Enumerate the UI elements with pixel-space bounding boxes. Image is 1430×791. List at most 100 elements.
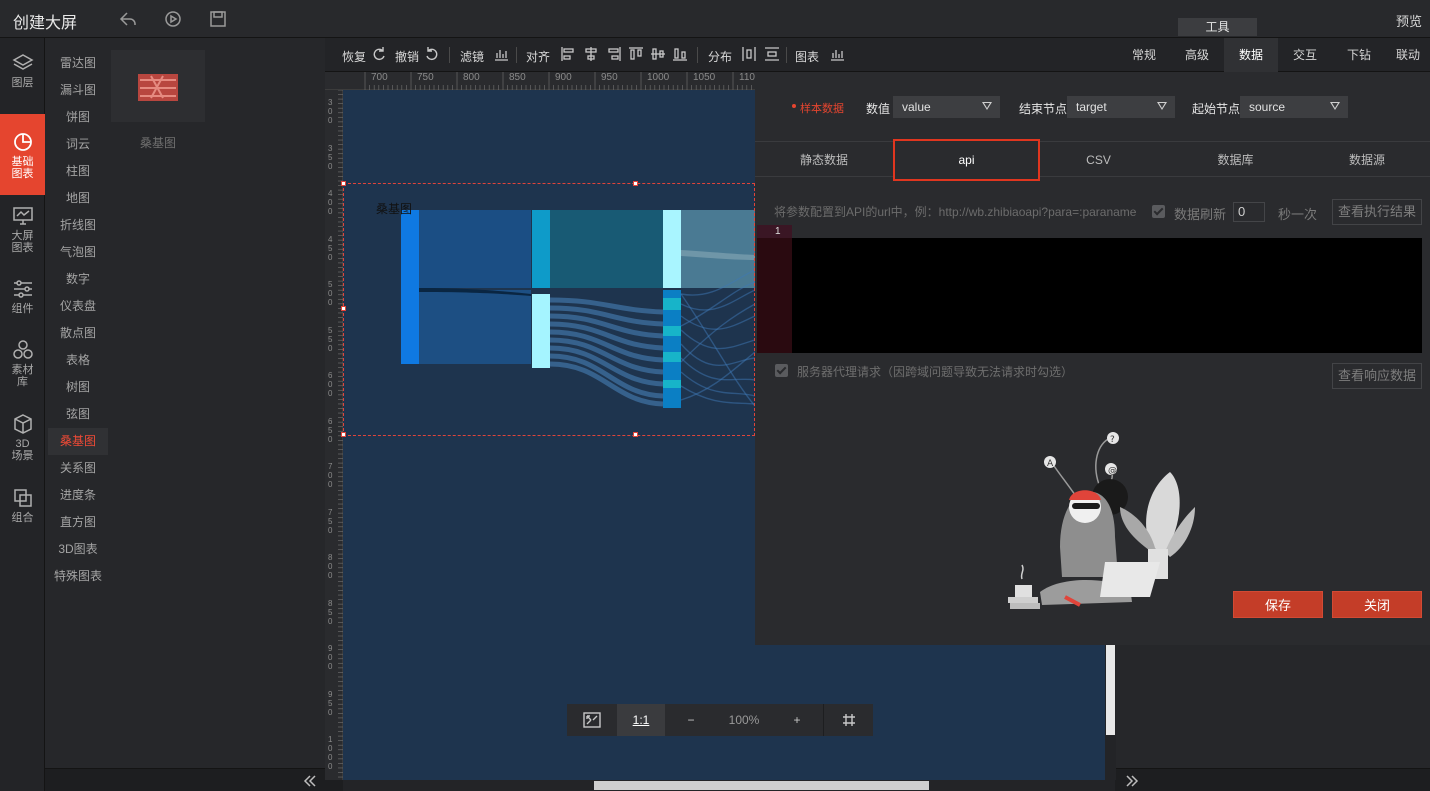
nav-label: 3D 场景 [11,438,34,462]
chart-type-item[interactable]: 柱图 [48,158,108,185]
ruler-label: 1000 [647,72,670,83]
nav-screen-charts[interactable]: 大屏 图表 [0,205,45,254]
play-icon[interactable] [163,9,183,29]
app-title: 创建大屏 [13,15,78,32]
property-tab[interactable]: 联动 [1386,38,1430,72]
chart-type-item[interactable]: 散点图 [48,320,108,347]
align-left-icon[interactable] [560,46,576,62]
tool-tab[interactable]: 工具 [1178,18,1257,36]
chart-type-item[interactable]: 树图 [48,374,108,401]
save-button[interactable]: 保存 [1233,591,1323,618]
nav-label: 图层 [11,77,34,89]
chart-type-item[interactable]: 直方图 [48,509,108,536]
ruler-label: 850 [509,72,526,83]
api-code-editor[interactable] [792,238,1422,353]
actual-size-button[interactable]: 1:1 [617,704,665,736]
tab-database[interactable]: 数据库 [1167,142,1304,178]
target-select[interactable]: target [1067,96,1175,118]
property-tab[interactable]: 下钻 [1332,38,1386,72]
view-result-button[interactable]: 查看执行结果 [1332,199,1422,225]
collapse-right-icon[interactable] [1125,774,1139,788]
resize-handle[interactable] [341,306,346,311]
chart-button[interactable]: 图表 [795,48,819,65]
undo-button[interactable]: 撤销 [395,48,419,65]
redo-button[interactable]: 恢复 [342,48,366,65]
save-icon[interactable] [208,9,228,29]
chart-type-item[interactable]: 数字 [48,266,108,293]
distribute-h-icon[interactable] [741,46,757,62]
tab-datasource[interactable]: 数据源 [1304,142,1430,178]
nav-components[interactable]: 组件 [0,278,45,315]
align-bottom-icon[interactable] [672,46,688,62]
zoom-in-button[interactable]: + [783,704,811,736]
chart-type-item[interactable]: 雷达图 [48,50,108,77]
hexagons-icon [12,340,33,359]
nav-3d-scene[interactable]: 3D 场景 [0,413,45,462]
distribute-v-icon[interactable] [764,46,780,62]
refresh-interval-input[interactable]: 0 [1233,202,1265,222]
chart-type-item[interactable]: 仪表盘 [48,293,108,320]
align-center-h-icon[interactable] [583,46,599,62]
tab-api[interactable]: api [893,139,1040,181]
chart-type-item[interactable]: 词云 [48,131,108,158]
nav-layers[interactable]: 图层 [0,52,45,89]
property-tab[interactable]: 高级 [1170,38,1224,72]
resize-handle[interactable] [341,181,346,186]
sankey-thumbnail[interactable] [111,50,205,122]
refresh-label: 数据刷新 [1174,207,1227,222]
sample-data-label[interactable]: 样本数据 [800,100,844,116]
vertical-scrollbar-thumb[interactable] [1106,645,1115,735]
property-tab[interactable]: 常规 [1117,38,1171,72]
align-middle-icon[interactable] [650,46,666,62]
back-icon[interactable] [118,9,138,29]
chart-type-item[interactable]: 气泡图 [48,239,108,266]
redo-icon[interactable] [371,46,387,62]
fit-screen-button[interactable] [567,704,617,736]
selection-box[interactable] [341,181,755,437]
view-response-button[interactable]: 查看响应数据 [1332,363,1422,389]
resize-handle[interactable] [341,432,346,437]
chart-type-item[interactable]: 特殊图表 [48,563,108,590]
horizontal-scrollbar-thumb[interactable] [594,781,929,790]
chart-type-item[interactable]: 表格 [48,347,108,374]
filter-button[interactable]: 滤镜 [460,48,484,65]
chevron-down-icon [982,102,992,110]
value-select[interactable]: value [893,96,1000,118]
align-right-icon[interactable] [606,46,622,62]
preview-button[interactable]: 预览 [1396,11,1422,30]
editor-active-line[interactable] [792,225,1422,238]
nav-group[interactable]: 组合 [0,487,45,524]
chart-type-item[interactable]: 地图 [48,185,108,212]
ruler-label: 950 [601,72,618,83]
zoom-out-button[interactable]: − [677,704,705,736]
chart-type-item[interactable]: 漏斗图 [48,77,108,104]
close-button[interactable]: 关闭 [1332,591,1422,618]
chart-type-panel: 雷达图 漏斗图 饼图 词云 柱图 地图 折线图 气泡图 数字 仪表盘 散点图 表格 树图 弦图 桑基图 关系图… [45,38,325,768]
align-top-icon[interactable] [628,46,644,62]
undo-icon[interactable] [424,46,440,62]
property-tab[interactable]: 数据 [1224,38,1278,72]
nav-basic-charts[interactable]: 基础 图表 [0,114,45,195]
property-tab[interactable]: 交互 [1278,38,1332,72]
zoom-level: 100% [728,713,760,727]
refresh-checkbox[interactable] [1152,205,1165,218]
resize-handle[interactable] [633,181,638,186]
nav-assets[interactable]: 素材 库 [0,339,45,388]
filter-chart-icon[interactable] [493,46,509,62]
source-select[interactable]: source [1240,96,1348,118]
chart-type-item[interactable]: 饼图 [48,104,108,131]
tab-static-data[interactable]: 静态数据 [755,142,893,178]
collapse-left-icon[interactable] [303,774,317,788]
proxy-checkbox[interactable] [775,364,788,377]
chart-icon[interactable] [829,46,845,62]
ruler-label: 800 [463,72,480,83]
chart-type-item[interactable]: 折线图 [48,212,108,239]
chart-type-item[interactable]: 桑基图 [48,428,108,455]
chart-type-item[interactable]: 关系图 [48,455,108,482]
chart-type-item[interactable]: 3D图表 [48,536,108,563]
grid-toggle-button[interactable] [823,704,873,736]
chart-type-item[interactable]: 进度条 [48,482,108,509]
chart-type-item[interactable]: 弦图 [48,401,108,428]
resize-handle[interactable] [633,432,638,437]
tab-csv[interactable]: CSV [1030,142,1167,178]
